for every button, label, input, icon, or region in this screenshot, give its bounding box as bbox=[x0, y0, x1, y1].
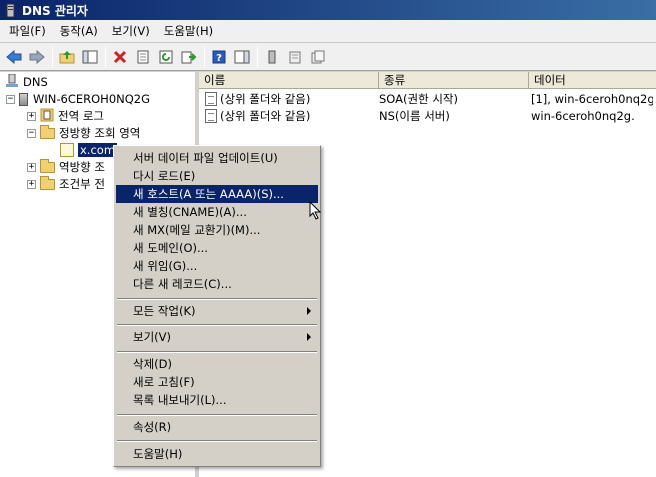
column-header-data[interactable]: 데이터 bbox=[529, 72, 656, 89]
server-icon bbox=[19, 92, 28, 106]
menu-new-mx[interactable]: 새 MX(메일 교환기)(M)... bbox=[116, 221, 318, 239]
mouse-cursor-icon bbox=[309, 200, 322, 223]
submenu-arrow-icon bbox=[307, 333, 311, 341]
column-header-name[interactable]: 이름 bbox=[199, 72, 379, 89]
help-icon[interactable]: ? bbox=[208, 46, 230, 68]
menu-separator bbox=[117, 298, 317, 300]
menu-action[interactable]: 동작(A) bbox=[53, 21, 105, 41]
record-type: NS(이름 서버) bbox=[379, 109, 450, 123]
menu-update-server-data-file[interactable]: 서버 데이터 파일 업데이트(U) bbox=[116, 149, 318, 167]
zone-properties-icon[interactable] bbox=[284, 46, 306, 68]
toolbar-separator bbox=[105, 46, 106, 67]
menu-view[interactable]: 보기(V) bbox=[105, 21, 157, 41]
submenu-arrow-icon bbox=[307, 307, 311, 315]
tree-label: DNS bbox=[23, 75, 48, 89]
folder-icon bbox=[40, 175, 55, 190]
menu-new-domain[interactable]: 새 도메인(O)... bbox=[116, 239, 318, 257]
show-hide-tree-icon[interactable] bbox=[79, 46, 101, 68]
menu-new-host[interactable]: 새 호스트(A 또는 AAAA)(S)... bbox=[116, 185, 318, 203]
expand-icon[interactable]: + bbox=[27, 111, 36, 121]
export-list-icon[interactable] bbox=[178, 46, 200, 68]
menu-separator bbox=[117, 324, 317, 326]
expand-icon[interactable]: + bbox=[27, 162, 36, 172]
toolbar: ? bbox=[0, 43, 656, 71]
menu-all-tasks[interactable]: 모든 작업(K) bbox=[116, 302, 318, 320]
toolbar-separator bbox=[204, 46, 205, 67]
record-icon bbox=[205, 109, 217, 123]
menu-separator bbox=[117, 440, 317, 442]
tree-item-dns[interactable]: DNS bbox=[6, 73, 48, 90]
server-icon[interactable] bbox=[261, 46, 283, 68]
record-type: SOA(권한 시작) bbox=[379, 92, 458, 106]
back-arrow-icon[interactable] bbox=[3, 46, 25, 68]
toolbar-separator bbox=[52, 46, 53, 67]
menu-bar: 파일(F) 동작(A) 보기(V) 도움말(H) bbox=[0, 20, 656, 43]
expand-icon[interactable]: + bbox=[27, 179, 36, 189]
menu-delete[interactable]: 삭제(D) bbox=[116, 355, 318, 373]
menu-new-delegation[interactable]: 새 위임(G)... bbox=[116, 257, 318, 275]
tree-label: x.com bbox=[78, 143, 118, 157]
menu-reload[interactable]: 다시 로드(E) bbox=[116, 167, 318, 185]
delete-icon[interactable] bbox=[109, 46, 131, 68]
record-name: (상위 폴더와 같음) bbox=[220, 92, 311, 106]
tree-item-global-logs[interactable]: + 전역 로그 bbox=[27, 108, 104, 124]
tree-label: 조건부 전 bbox=[59, 177, 105, 191]
tree-label: 전역 로그 bbox=[58, 109, 104, 123]
svg-text:?: ? bbox=[216, 53, 222, 64]
tree-item-forward-zones[interactable]: − 정방향 조회 영역 bbox=[27, 124, 141, 141]
folder-icon bbox=[40, 124, 55, 139]
list-item[interactable]: (상위 폴더와 같음) SOA(권한 시작) [1], win-6ceroh0n… bbox=[199, 90, 653, 108]
dns-app-icon bbox=[4, 3, 17, 17]
zone-icon bbox=[60, 143, 74, 157]
record-icon bbox=[205, 92, 217, 106]
list-item[interactable]: (상위 폴더와 같음) NS(이름 서버) win-6ceroh0nq2g. bbox=[199, 107, 653, 125]
collapse-icon[interactable]: − bbox=[6, 94, 15, 104]
list-header: 이름 종류 데이터 bbox=[199, 72, 656, 89]
log-icon bbox=[40, 108, 54, 125]
menu-separator bbox=[117, 414, 317, 416]
column-header-type[interactable]: 종류 bbox=[379, 72, 529, 89]
toolbar-separator bbox=[257, 46, 258, 67]
collapse-icon[interactable]: − bbox=[27, 128, 36, 138]
tree-label: 정방향 조회 영역 bbox=[59, 126, 141, 140]
menu-label: 모든 작업(K) bbox=[133, 304, 196, 318]
menu-separator bbox=[117, 351, 317, 353]
menu-properties[interactable]: 속성(R) bbox=[116, 418, 318, 436]
window-title: DNS 관리자 bbox=[22, 3, 88, 18]
record-data: [1], win-6ceroh0nq2g. bbox=[531, 92, 653, 106]
tree-item-reverse-zones[interactable]: + 역방향 조 bbox=[27, 158, 105, 175]
menu-file[interactable]: 파일(F) bbox=[2, 21, 53, 41]
menu-refresh[interactable]: 새로 고침(F) bbox=[116, 373, 318, 391]
tree-label: 역방향 조 bbox=[59, 160, 105, 174]
record-data: win-6ceroh0nq2g. bbox=[531, 109, 635, 123]
dns-root-icon bbox=[6, 73, 18, 90]
menu-export-list[interactable]: 목록 내보내기(L)... bbox=[116, 391, 318, 409]
record-name: (상위 폴더와 같음) bbox=[220, 109, 311, 123]
properties-icon[interactable] bbox=[132, 46, 154, 68]
title-bar: DNS 관리자 bbox=[0, 0, 656, 20]
menu-view[interactable]: 보기(V) bbox=[116, 328, 318, 346]
tree-label: WIN-6CEROH0NQ2G bbox=[33, 92, 151, 106]
zone-records-icon[interactable] bbox=[307, 46, 329, 68]
menu-new-alias[interactable]: 새 별칭(CNAME)(A)... bbox=[116, 203, 318, 221]
tree-item-zone[interactable]: x.com bbox=[60, 142, 118, 158]
refresh-icon[interactable] bbox=[155, 46, 177, 68]
show-hide-action-icon[interactable] bbox=[231, 46, 253, 68]
menu-other-new-records[interactable]: 다른 새 레코드(C)... bbox=[116, 275, 318, 293]
menu-help[interactable]: 도움말(H) bbox=[116, 445, 318, 463]
tree-item-conditional-forwarders[interactable]: + 조건부 전 bbox=[27, 175, 105, 192]
menu-label: 보기(V) bbox=[133, 330, 171, 344]
context-menu: 서버 데이터 파일 업데이트(U) 다시 로드(E) 새 호스트(A 또는 AA… bbox=[113, 145, 321, 467]
menu-help[interactable]: 도움말(H) bbox=[157, 21, 220, 41]
tree-item-server[interactable]: − WIN-6CEROH0NQ2G bbox=[6, 91, 150, 107]
forward-arrow-icon[interactable] bbox=[26, 46, 48, 68]
folder-icon bbox=[40, 158, 55, 173]
up-folder-icon[interactable] bbox=[56, 46, 78, 68]
